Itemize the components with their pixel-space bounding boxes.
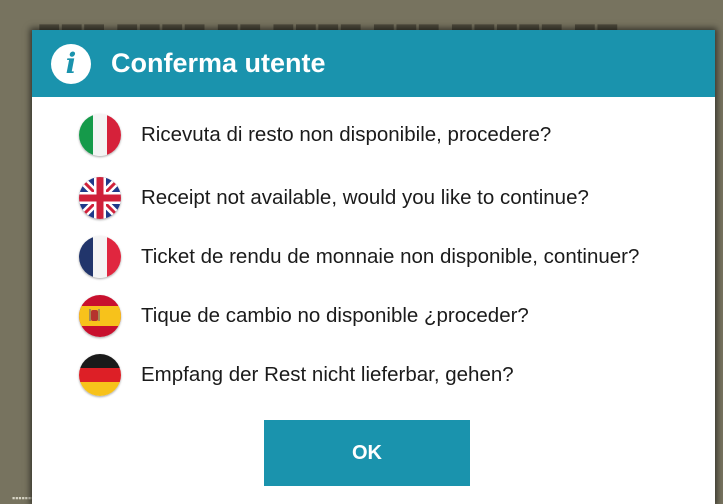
confirm-dialog: i Conferma utente Ricevuta di resto non … <box>32 30 715 504</box>
message-text-spanish: Tique de cambio no disponible ¿proceder? <box>141 304 529 327</box>
background-text: ▂▂▂ ▂▂▂▂ ▂▂ ▂▂▂▂ ▂▂▂ ▂▂▂▂▂ ▂▂ <box>40 5 621 32</box>
flag-spain-icon <box>79 295 121 337</box>
message-row-spanish: Tique de cambio no disponible ¿proceder? <box>79 294 529 338</box>
ok-button[interactable]: OK <box>264 420 470 486</box>
message-text-english: Receipt not available, would you like to… <box>141 186 589 209</box>
background-footer-text: ▪▪▪▪▪▪▪ <box>12 493 35 503</box>
flag-italy-icon <box>79 114 121 156</box>
info-icon: i <box>51 43 91 84</box>
dialog-header: i Conferma utente <box>32 30 715 97</box>
message-text-german: Empfang der Rest nicht lieferbar, gehen? <box>141 363 514 386</box>
message-row-italian: Ricevuta di resto non disponibile, proce… <box>79 113 551 157</box>
message-row-german: Empfang der Rest nicht lieferbar, gehen? <box>79 353 514 397</box>
flag-germany-icon <box>79 354 121 396</box>
flag-uk-icon <box>79 177 121 219</box>
message-row-english: Receipt not available, would you like to… <box>79 176 589 220</box>
message-row-french: Ticket de rendu de monnaie non disponibl… <box>79 235 639 279</box>
message-text-italian: Ricevuta di resto non disponibile, proce… <box>141 123 552 146</box>
message-text-french: Ticket de rendu de monnaie non disponibl… <box>141 245 640 268</box>
dialog-title: Conferma utente <box>111 48 326 78</box>
flag-france-icon <box>79 236 121 278</box>
